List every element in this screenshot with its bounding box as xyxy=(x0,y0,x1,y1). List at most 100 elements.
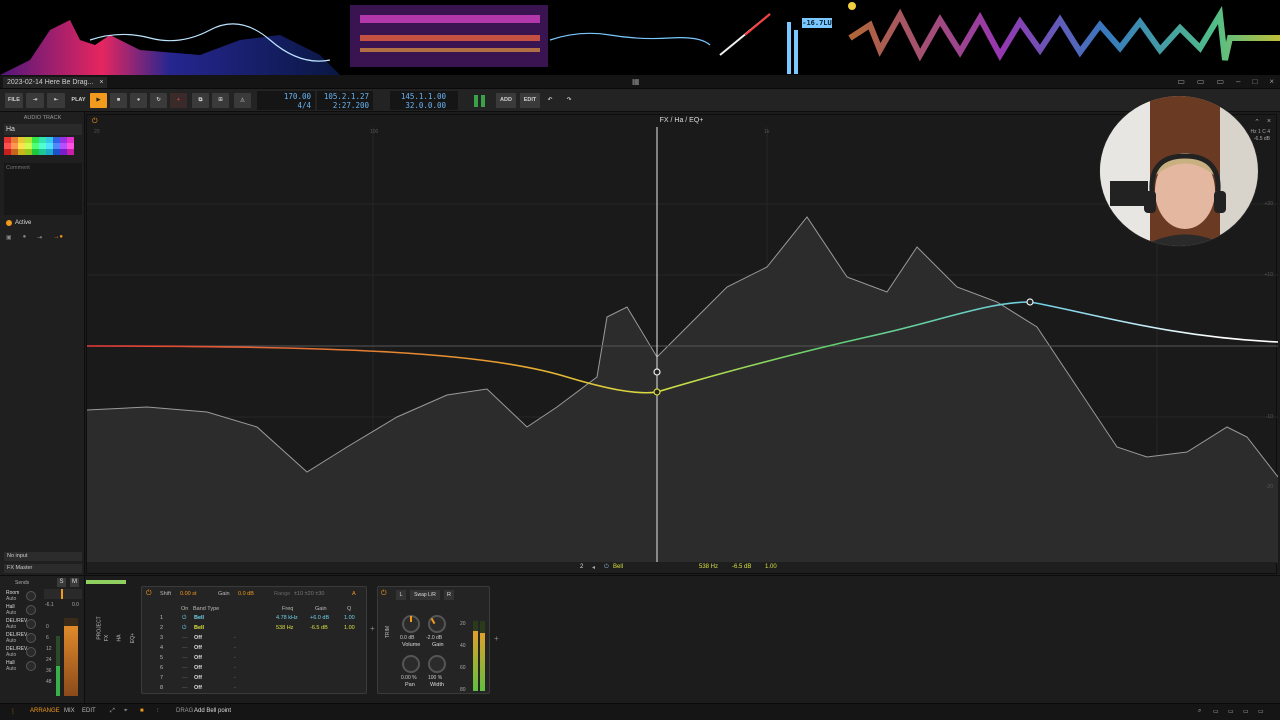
maximize-icon[interactable]: □ xyxy=(1252,77,1257,86)
input-icon[interactable]: ⇥ xyxy=(37,234,42,242)
band-freq[interactable]: - xyxy=(234,634,236,642)
add-button[interactable]: ADD xyxy=(496,93,516,108)
arrange-tab[interactable]: ARRANGE xyxy=(30,708,60,714)
band-freq[interactable]: - xyxy=(234,674,236,682)
band-type[interactable]: Bell xyxy=(194,624,204,632)
power-icon[interactable]: ⏻ xyxy=(182,624,186,632)
undo-icon[interactable]: ↶ xyxy=(543,93,557,108)
band-type[interactable]: Off xyxy=(194,674,202,682)
record-arm-icon[interactable]: ● xyxy=(23,234,27,242)
band-freq[interactable]: 538 Hz xyxy=(276,624,293,632)
import-button[interactable]: ⇥ xyxy=(26,93,44,108)
band-freq[interactable]: - xyxy=(234,654,236,662)
footer-gain[interactable]: -6.5 dB xyxy=(732,564,751,570)
band-q[interactable]: 1.00 xyxy=(344,624,355,632)
chain-fx[interactable]: FX xyxy=(104,635,110,641)
band-2-q-handle[interactable] xyxy=(653,368,661,376)
automation-button[interactable]: ↻ xyxy=(150,93,167,108)
shift-value[interactable]: 0.00 st xyxy=(180,590,197,598)
trim-device[interactable]: ⏻ TRIM L Swap L/R R 0.0 dB Volume -2.0 d… xyxy=(377,586,490,694)
band-freq[interactable]: 4.78 kHz xyxy=(276,614,298,622)
color-swatch[interactable] xyxy=(67,149,74,155)
record-button[interactable]: ● xyxy=(130,93,147,108)
panel-3-icon[interactable]: ▭ xyxy=(1243,708,1249,715)
width-knob[interactable] xyxy=(428,655,446,673)
tempo-display[interactable]: 170.00 4/4 xyxy=(257,91,315,110)
power-icon[interactable]: — xyxy=(182,644,188,652)
band-row[interactable]: 6 Off - — xyxy=(142,664,368,672)
prev-band-icon[interactable]: ◂ xyxy=(592,564,595,571)
send-mode[interactable]: Auto xyxy=(6,666,16,672)
color-swatch[interactable] xyxy=(32,149,39,155)
redo-icon[interactable]: ↷ xyxy=(562,93,576,108)
power-icon[interactable]: — xyxy=(182,664,188,672)
loop-button[interactable]: ⧉ xyxy=(192,93,209,108)
eq-plus-device[interactable]: ⏻ Shift 0.00 st Gain 0.0 dB Range ±10 ±2… xyxy=(141,586,367,694)
send-knob[interactable] xyxy=(26,633,36,643)
punch-button[interactable]: ⊞ xyxy=(212,93,229,108)
eq-plus-editor[interactable]: FX / Ha / EQ+ ⏻ × ⌃ 20 100 1k +20 +10 -1… xyxy=(86,114,1278,574)
power-icon[interactable]: — xyxy=(182,684,188,692)
project-tab[interactable]: 2023-02-14 Here Be Drag... × xyxy=(3,77,108,88)
power-icon[interactable]: ⏻ xyxy=(182,614,186,622)
color-swatch[interactable] xyxy=(53,149,60,155)
input-select[interactable]: No input xyxy=(4,552,82,561)
power-icon[interactable]: — xyxy=(182,634,188,642)
footer-band-type[interactable]: Bell xyxy=(613,564,623,570)
color-swatch[interactable] xyxy=(39,149,46,155)
solo-button[interactable]: S xyxy=(57,578,66,587)
left-channel-button[interactable]: L xyxy=(396,590,406,600)
monitor-icon[interactable]: ▣ xyxy=(6,234,12,242)
band-q[interactable]: 1.00 xyxy=(344,614,355,622)
send-mode[interactable]: Auto xyxy=(6,638,16,644)
gain-knob[interactable] xyxy=(428,615,446,633)
chain-project[interactable]: PROJECT xyxy=(97,616,103,639)
layout-2-icon[interactable]: ▭ xyxy=(1197,77,1205,86)
file-button[interactable]: FILE xyxy=(5,93,23,108)
mute-button[interactable]: M xyxy=(70,578,79,587)
drag-grip-icon[interactable]: ▦ xyxy=(632,78,648,86)
band-gain[interactable]: +6.0 dB xyxy=(310,614,329,622)
edit-tab[interactable]: EDIT xyxy=(82,708,96,714)
right-channel-button[interactable]: R xyxy=(444,590,454,600)
layout-3-icon[interactable]: ▭ xyxy=(1216,77,1224,86)
swap-lr-button[interactable]: Swap L/R xyxy=(410,590,440,600)
band-type[interactable]: Off xyxy=(194,634,202,642)
range-options[interactable]: ±10 ±20 ±30 xyxy=(294,590,324,598)
edit-button[interactable]: EDIT xyxy=(520,93,540,108)
send-mode[interactable]: Auto xyxy=(6,596,16,602)
band-type[interactable]: Off xyxy=(194,684,202,692)
send-mode[interactable]: Auto xyxy=(6,624,16,630)
power-icon[interactable]: ⏻ xyxy=(381,590,387,598)
loop-display[interactable]: 145.1.1.00 32.0.0.00 xyxy=(390,91,458,110)
band-row[interactable]: 1 Bell 4.78 kHz +6.0 dB 1.00 ⏻ xyxy=(142,614,368,622)
volume-knob[interactable] xyxy=(402,615,420,633)
band-gain[interactable]: -6.5 dB xyxy=(310,624,328,632)
add-device-icon[interactable]: + xyxy=(494,634,499,643)
chain-ha[interactable]: HA xyxy=(116,635,122,642)
panel-4-icon[interactable]: ▭ xyxy=(1258,708,1264,715)
stop-button[interactable]: ■ xyxy=(110,93,127,108)
band-type[interactable]: Off xyxy=(194,644,202,652)
send-knob[interactable] xyxy=(26,605,36,615)
send-knob[interactable] xyxy=(26,619,36,629)
color-swatch[interactable] xyxy=(18,149,25,155)
comment-field[interactable]: Comment xyxy=(4,163,82,215)
overdub-button[interactable]: + xyxy=(170,93,187,108)
color-swatch[interactable] xyxy=(46,149,53,155)
send-mode[interactable]: Auto xyxy=(6,610,16,616)
output-icon[interactable]: →● xyxy=(53,234,63,242)
band-type[interactable]: Off xyxy=(194,654,202,662)
band-freq[interactable]: - xyxy=(234,684,236,692)
color-swatch[interactable] xyxy=(25,149,32,155)
band-row[interactable]: 3 Off - — xyxy=(142,634,368,642)
send-mode[interactable]: Auto xyxy=(6,652,16,658)
layout-icon[interactable]: ▭ xyxy=(1177,77,1185,86)
power-icon[interactable]: ⏻ xyxy=(92,118,98,126)
color-swatch[interactable] xyxy=(4,149,11,155)
panel-icon[interactable]: ▭ xyxy=(1213,708,1219,715)
track-name-field[interactable]: Ha xyxy=(4,124,82,135)
color-palette[interactable] xyxy=(4,137,74,155)
metronome-button[interactable]: ◬ xyxy=(234,93,251,108)
footer-q[interactable]: 1.00 xyxy=(765,564,777,570)
